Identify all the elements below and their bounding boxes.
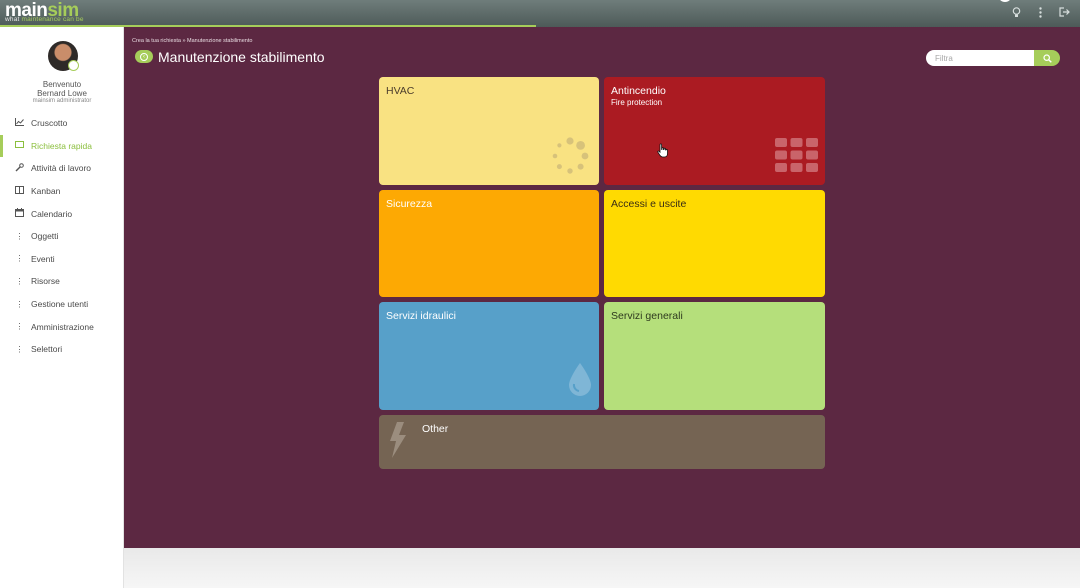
user-role: mainsim administrator xyxy=(32,98,92,104)
spinner-icon xyxy=(552,137,589,174)
tile-antincendio[interactable]: Antincendio Fire protection xyxy=(604,77,825,185)
dots-icon: ⋮ xyxy=(15,344,24,354)
back-button[interactable]: ‹ xyxy=(135,50,153,63)
sidebar-item-label: Richiesta rapida xyxy=(31,140,92,151)
tile-other[interactable]: Other xyxy=(379,415,825,469)
tile-hvac[interactable]: HVAC xyxy=(379,77,599,185)
tile-title: Servizi generali xyxy=(611,310,683,322)
sidebar-item-selettori[interactable]: ⋮ Selettori xyxy=(0,338,124,361)
tile-title: Servizi idraulici xyxy=(386,310,457,322)
sidebar-item-label: Kanban xyxy=(31,186,61,197)
tile-title: Antincendio xyxy=(611,85,666,97)
grid-icon xyxy=(775,138,818,172)
sidebar-menu: Cruscotto Richiesta rapida Attività di l… xyxy=(0,112,124,361)
sidebar-item-risorse[interactable]: ⋮ Risorse xyxy=(0,270,124,293)
sidebar-item-label: Gestione utenti xyxy=(31,299,89,310)
lightning-icon xyxy=(390,422,406,458)
search-icon xyxy=(1042,53,1052,63)
sidebar-item-label: Risorse xyxy=(31,276,60,287)
user-name: Bernard Lowe xyxy=(37,89,87,98)
dots-icon: ⋮ xyxy=(15,299,24,309)
sidebar-item-richiesta-rapida[interactable]: Richiesta rapida xyxy=(0,134,124,158)
sidebar-item-label: Eventi xyxy=(31,253,55,264)
sidebar-item-amministrazione[interactable]: ⋮ Amministrazione xyxy=(0,315,124,338)
notification-dot xyxy=(998,0,1012,2)
water-drop-icon xyxy=(569,363,591,396)
more-vertical-icon[interactable] xyxy=(1034,6,1046,18)
app-tagline: what maintenance can be xyxy=(5,16,84,23)
avatar-status-badge xyxy=(68,60,79,71)
filter-box xyxy=(926,50,1060,66)
main-content: Crea la tua richiesta » Manutenzione sta… xyxy=(124,27,1080,548)
tile-accessi-e-uscite[interactable]: Accessi e uscite xyxy=(604,190,825,297)
sidebar-item-gestione-utenti[interactable]: ⋮ Gestione utenti xyxy=(0,293,124,316)
top-icons xyxy=(1010,6,1070,18)
filter-input[interactable] xyxy=(926,50,1034,66)
sidebar-item-calendario[interactable]: Calendario xyxy=(0,202,124,225)
tile-title: Other xyxy=(422,423,449,435)
logout-icon[interactable] xyxy=(1058,6,1070,18)
board-icon xyxy=(15,186,24,196)
tile-subtitle: Fire protection xyxy=(611,98,663,107)
sidebar-item-oggetti[interactable]: ⋮ Oggetti xyxy=(0,225,124,248)
sidebar-item-label: Oggetti xyxy=(31,231,59,242)
lightbulb-icon[interactable] xyxy=(1010,6,1022,18)
tile-sicurezza[interactable]: Sicurezza xyxy=(379,190,599,297)
hand-cursor-icon xyxy=(657,143,668,158)
sidebar-item-label: Selettori xyxy=(31,344,63,355)
sidebar-item-label: Attività di lavoro xyxy=(31,163,91,174)
top-bar: mainsim what maintenance can be xyxy=(0,0,1080,27)
wrench-icon xyxy=(15,163,24,174)
page-title: Manutenzione stabilimento xyxy=(158,49,325,65)
sidebar-item-kanban[interactable]: Kanban xyxy=(0,180,124,203)
dots-icon: ⋮ xyxy=(15,276,24,286)
tile-servizi-idraulici[interactable]: Servizi idraulici xyxy=(379,302,599,410)
search-button[interactable] xyxy=(1034,50,1060,66)
dots-icon: ⋮ xyxy=(15,254,24,264)
dots-icon: ⋮ xyxy=(15,231,24,241)
sidebar-item-label: Calendario xyxy=(31,208,73,219)
dots-icon: ⋮ xyxy=(15,322,24,332)
calendar-icon xyxy=(15,208,24,219)
sidebar: Benvenuto Bernard Lowe mainsim administr… xyxy=(0,27,124,588)
sidebar-item-attivita-di-lavoro[interactable]: Attività di lavoro xyxy=(0,157,124,180)
tile-title: Accessi e uscite xyxy=(611,198,687,210)
user-greeting: Benvenuto xyxy=(42,80,82,89)
tile-servizi-generali[interactable]: Servizi generali xyxy=(604,302,825,410)
screen-icon xyxy=(15,141,24,150)
sidebar-item-label: Amministrazione xyxy=(31,321,94,332)
sidebar-item-cruscotto[interactable]: Cruscotto xyxy=(0,112,124,135)
sidebar-item-eventi[interactable]: ⋮ Eventi xyxy=(0,248,124,271)
arrow-left-icon: ‹ xyxy=(140,52,148,61)
chart-icon xyxy=(15,118,24,128)
tile-title: HVAC xyxy=(386,85,415,97)
sidebar-item-label: Cruscotto xyxy=(31,118,68,129)
breadcrumb[interactable]: Crea la tua richiesta » Manutenzione sta… xyxy=(132,38,252,44)
bottom-bar xyxy=(124,548,1080,588)
tile-title: Sicurezza xyxy=(386,198,433,210)
